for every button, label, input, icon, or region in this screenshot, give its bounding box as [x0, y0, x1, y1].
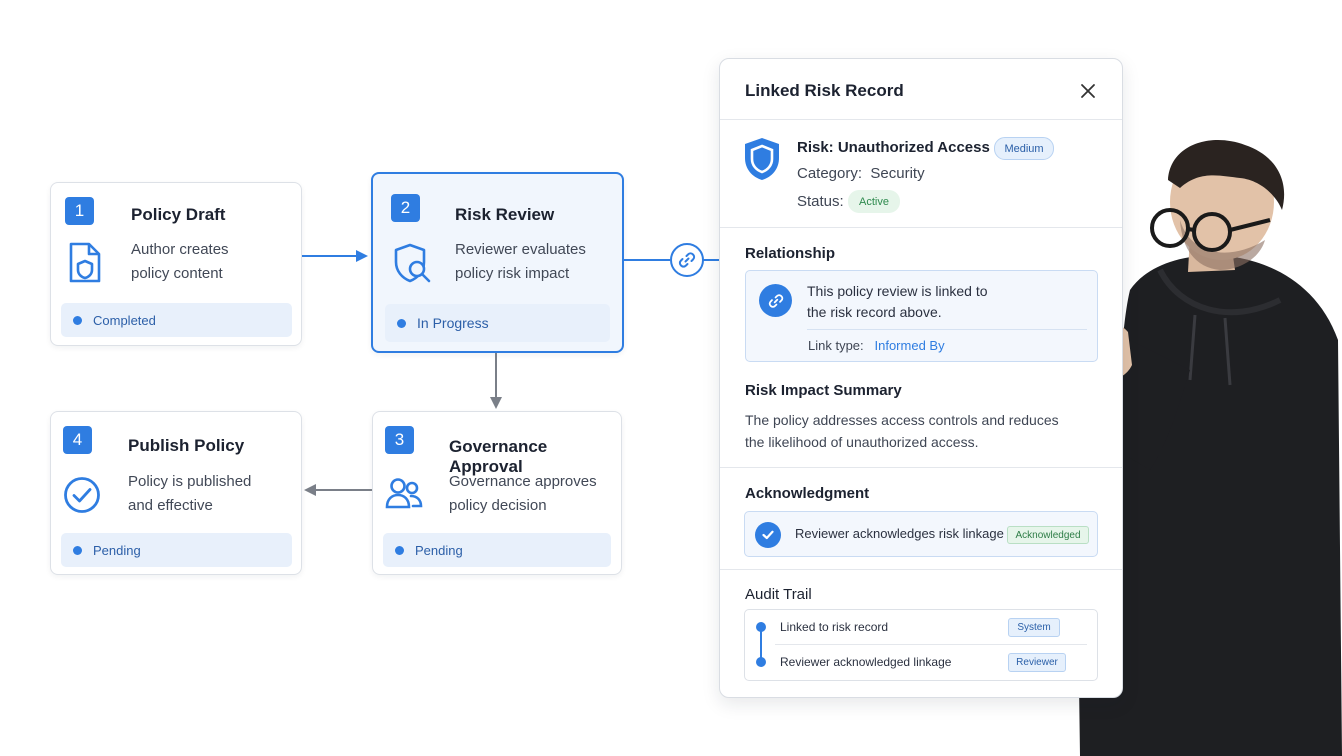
status-pending: Pending — [61, 533, 292, 567]
status-active-badge: Active — [848, 190, 900, 213]
status-dot — [73, 315, 82, 325]
link-type: Link type: Informed By — [808, 338, 945, 353]
link-icon — [759, 284, 792, 317]
flow-arrow — [314, 489, 372, 491]
impact-description: The policy addresses access controls and… — [745, 412, 1059, 450]
flow-arrow — [495, 353, 497, 399]
panel-title: Linked Risk Record — [745, 81, 904, 100]
arrowhead — [490, 397, 502, 409]
arrowhead — [304, 484, 316, 496]
step-title: Policy Draft — [131, 205, 226, 224]
document-shield-icon — [67, 241, 103, 290]
section-title-audit: Audit Trail — [745, 586, 812, 603]
acknowledgment-box[interactable]: Reviewer acknowledges risk linkage Ackno… — [744, 511, 1098, 557]
severity-badge: Medium — [994, 137, 1054, 160]
relationship-box: This policy review is linked to the risk… — [745, 270, 1098, 362]
status-dot — [397, 318, 406, 328]
link-connector-line — [624, 259, 670, 261]
check-circle-icon — [63, 476, 101, 519]
step-number: 1 — [65, 197, 94, 225]
shield-icon — [742, 136, 782, 187]
step-card-risk-review[interactable]: 2 Risk Review Reviewer evaluates policy … — [371, 172, 624, 353]
step-description: Governance approves policy decision — [449, 473, 597, 514]
status-dot — [73, 545, 82, 555]
divider — [720, 467, 1122, 468]
link-connector-line — [703, 259, 720, 261]
check-circle-icon — [755, 522, 781, 548]
divider — [720, 119, 1122, 120]
audit-badge: System — [1008, 618, 1060, 637]
close-icon — [1081, 84, 1095, 98]
status-completed: Completed — [61, 303, 292, 337]
risk-status-label: Status: — [797, 193, 844, 210]
step-card-governance-approval[interactable]: 3 Governance Approval Governance approve… — [372, 411, 622, 575]
audit-badge: Reviewer — [1008, 653, 1066, 672]
users-icon — [385, 476, 423, 515]
arrowhead — [356, 250, 368, 262]
flow-arrow — [302, 255, 362, 257]
divider — [720, 227, 1122, 228]
step-card-policy-draft[interactable]: 1 Policy Draft Author creates policy con… — [50, 182, 302, 346]
audit-item: Linked to risk record System — [745, 610, 1097, 645]
step-description: Policy is published and effective — [128, 473, 252, 514]
link-icon[interactable] — [670, 243, 704, 277]
step-card-publish-policy[interactable]: 4 Publish Policy Policy is published and… — [50, 411, 302, 575]
step-title: Publish Policy — [128, 436, 245, 455]
divider — [807, 329, 1087, 330]
acknowledged-badge: Acknowledged — [1007, 526, 1089, 544]
timeline-dot — [756, 622, 766, 632]
step-number: 2 — [391, 194, 420, 222]
audit-item: Reviewer acknowledged linkage Reviewer — [745, 645, 1097, 680]
divider — [720, 569, 1122, 570]
acknowledgment-text: Reviewer acknowledges risk linkage — [795, 526, 1004, 541]
section-title-acknowledgment: Acknowledgment — [745, 485, 870, 502]
status-in-progress: In Progress — [385, 304, 610, 342]
step-number: 4 — [63, 426, 92, 454]
section-title-impact: Risk Impact Summary — [745, 382, 902, 399]
step-number: 3 — [385, 426, 414, 454]
step-description: Reviewer evaluates policy risk impact — [455, 241, 586, 282]
timeline-dot — [756, 657, 766, 667]
risk-name: Risk: Unauthorized Access — [797, 139, 990, 156]
audit-trail-box: Linked to risk record System Reviewer ac… — [744, 609, 1098, 681]
close-button[interactable] — [1076, 79, 1100, 103]
risk-category: Category: Security — [797, 165, 925, 182]
relationship-description: This policy review is linked to the risk… — [807, 283, 988, 320]
step-title: Risk Review — [455, 205, 555, 224]
step-description: Author creates policy content — [131, 241, 229, 282]
linked-risk-record-panel: Linked Risk Record Risk: Unauthorized Ac… — [719, 58, 1123, 698]
status-pending: Pending — [383, 533, 611, 567]
status-dot — [395, 545, 404, 555]
section-title-relationship: Relationship — [745, 245, 836, 262]
shield-search-icon — [393, 242, 435, 291]
